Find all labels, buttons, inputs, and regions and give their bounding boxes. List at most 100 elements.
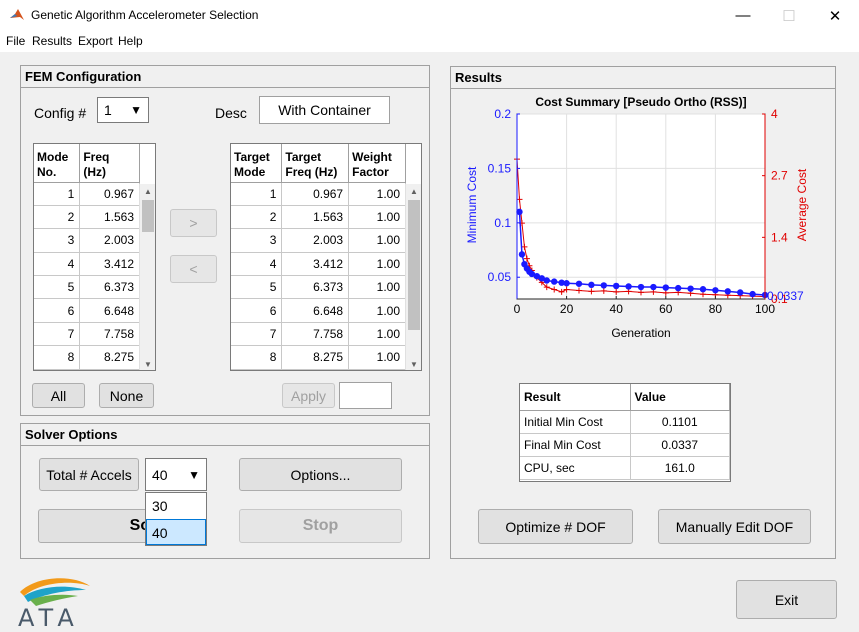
menu-file[interactable]: File: [6, 34, 25, 48]
options-button[interactable]: Options...: [239, 458, 402, 491]
right-axis-label: Average Cost: [795, 168, 809, 241]
stop-button[interactable]: Stop: [239, 509, 402, 543]
total-accels-dropdown[interactable]: 40 ▼: [145, 458, 207, 491]
scroll-up-icon[interactable]: ▲: [406, 187, 421, 196]
table-row[interactable]: Final Min Cost 0.0337: [520, 433, 730, 457]
table-cell: 1.00: [348, 345, 406, 370]
table-cell: 0.967: [79, 182, 140, 206]
remove-mode-button[interactable]: <: [170, 255, 217, 283]
table-cell: 5: [231, 275, 283, 300]
accels-dropdown-list: 30 40: [145, 492, 207, 546]
table-row[interactable]: 5 6.373 1.00: [231, 275, 406, 300]
minimum-cost-marker: [712, 287, 719, 294]
table-cell: 3: [231, 228, 283, 253]
table-row[interactable]: 1 0.967 1.00: [231, 182, 406, 206]
table-cell: 4: [34, 252, 81, 277]
left-table-scrollbar[interactable]: ▲ ▼: [139, 184, 155, 370]
column-header-freq: Freq (Hz): [79, 144, 140, 183]
table-cell: 1.00: [348, 298, 406, 323]
table-row[interactable]: 8 8.275: [34, 345, 140, 370]
column-header-result: Result: [520, 384, 631, 411]
apply-button[interactable]: Apply: [282, 383, 335, 408]
left-y-tick-label: 0.2: [494, 107, 511, 121]
minimize-button[interactable]: —: [720, 0, 766, 31]
table-row[interactable]: 7 7.758 1.00: [231, 322, 406, 347]
scroll-thumb[interactable]: [408, 200, 420, 330]
maximize-button[interactable]: ☐: [766, 0, 812, 31]
menu-results[interactable]: Results: [32, 34, 72, 48]
table-cell: 1.00: [348, 182, 406, 206]
table-row[interactable]: 2 1.563 1.00: [231, 205, 406, 230]
accels-option-40[interactable]: 40: [146, 519, 206, 545]
results-table[interactable]: Result Value Initial Min Cost 0.1101 Fin…: [519, 383, 731, 482]
table-cell: 7: [34, 322, 81, 347]
right-table-scrollbar[interactable]: ▲ ▼: [405, 184, 421, 370]
config-dropdown[interactable]: 1 ▼: [97, 97, 149, 123]
close-icon: ✕: [828, 7, 842, 25]
scroll-down-icon[interactable]: ▼: [406, 360, 421, 369]
accels-value: 40: [152, 466, 168, 483]
minimum-cost-marker: [563, 280, 570, 287]
table-cell: 8.275: [79, 345, 140, 370]
table-row[interactable]: 6 6.648: [34, 298, 140, 323]
minimum-cost-marker: [575, 280, 583, 287]
right-y-tick-label: 1.4: [771, 230, 788, 244]
menu-export[interactable]: Export: [78, 34, 113, 48]
table-cell: 0.967: [281, 182, 350, 206]
close-button[interactable]: ✕: [812, 0, 858, 31]
table-cell: 2: [34, 205, 81, 230]
table-cell: 1.00: [348, 228, 406, 253]
mode-frequency-table[interactable]: Mode No. Freq (Hz) 1 0.967 2 1.563 3 2.003 4 3.41…: [33, 143, 156, 371]
table-row[interactable]: 2 1.563: [34, 205, 140, 230]
table-row[interactable]: 6 6.648 1.00: [231, 298, 406, 323]
menu-help[interactable]: Help: [118, 34, 143, 48]
table-cell: 2.003: [79, 228, 140, 253]
table-row[interactable]: CPU, sec 161.0: [520, 456, 730, 480]
manually-edit-dof-button[interactable]: Manually Edit DOF: [658, 509, 811, 544]
table-row[interactable]: 3 2.003: [34, 228, 140, 253]
add-mode-button[interactable]: >: [170, 209, 217, 237]
table-row[interactable]: 4 3.412 1.00: [231, 252, 406, 277]
chevron-down-icon: ▼: [130, 103, 142, 117]
optimize-dof-button[interactable]: Optimize # DOF: [478, 509, 633, 544]
fem-panel-divider: [21, 87, 429, 88]
logo-text: ATA: [18, 604, 80, 632]
select-none-button[interactable]: None: [99, 383, 154, 408]
target-mode-table[interactable]: Target Mode Target Freq (Hz) Weight Factor …: [230, 143, 422, 371]
table-row[interactable]: 7 7.758: [34, 322, 140, 347]
desc-field[interactable]: With Container: [259, 96, 390, 124]
table-row[interactable]: 8 8.275 1.00: [231, 345, 406, 370]
chevron-down-icon: ▼: [188, 467, 200, 482]
exit-button[interactable]: Exit: [736, 580, 837, 619]
scroll-down-icon[interactable]: ▼: [140, 360, 155, 369]
table-cell: 7.758: [281, 322, 350, 347]
table-row[interactable]: 3 2.003 1.00: [231, 228, 406, 253]
minimum-cost-marker: [518, 251, 526, 258]
total-accels-button[interactable]: Total # Accels: [39, 458, 139, 491]
scroll-thumb[interactable]: [142, 200, 154, 232]
minimum-cost-marker: [675, 284, 682, 292]
config-label: Config #: [34, 105, 87, 121]
minimum-cost-marker: [551, 278, 558, 285]
table-row[interactable]: 1 0.967: [34, 182, 140, 206]
table-cell: 1.00: [348, 322, 406, 347]
select-all-button[interactable]: All: [32, 383, 85, 408]
matlab-app-icon: [9, 7, 25, 23]
table-row[interactable]: Initial Min Cost 0.1101: [520, 410, 730, 434]
x-tick-label: 80: [709, 302, 723, 316]
result-name: Final Min Cost: [520, 433, 631, 457]
x-tick-label: 20: [560, 302, 574, 316]
minimum-cost-marker: [699, 286, 707, 293]
scroll-up-icon[interactable]: ▲: [140, 187, 155, 196]
table-row[interactable]: 5 6.373: [34, 275, 140, 300]
table-cell: 6: [231, 298, 283, 323]
window-title: Genetic Algorithm Accelerometer Selectio…: [31, 8, 259, 22]
left-y-tick-label: 0.05: [488, 270, 512, 284]
accels-option-30[interactable]: 30: [146, 493, 206, 519]
result-name: Initial Min Cost: [520, 410, 631, 434]
table-cell: 3: [34, 228, 81, 253]
apply-value-field[interactable]: [339, 382, 392, 409]
table-row[interactable]: 4 3.412: [34, 252, 140, 277]
table-cell: 8: [231, 345, 283, 370]
right-y-tick-label: 4: [771, 107, 778, 121]
